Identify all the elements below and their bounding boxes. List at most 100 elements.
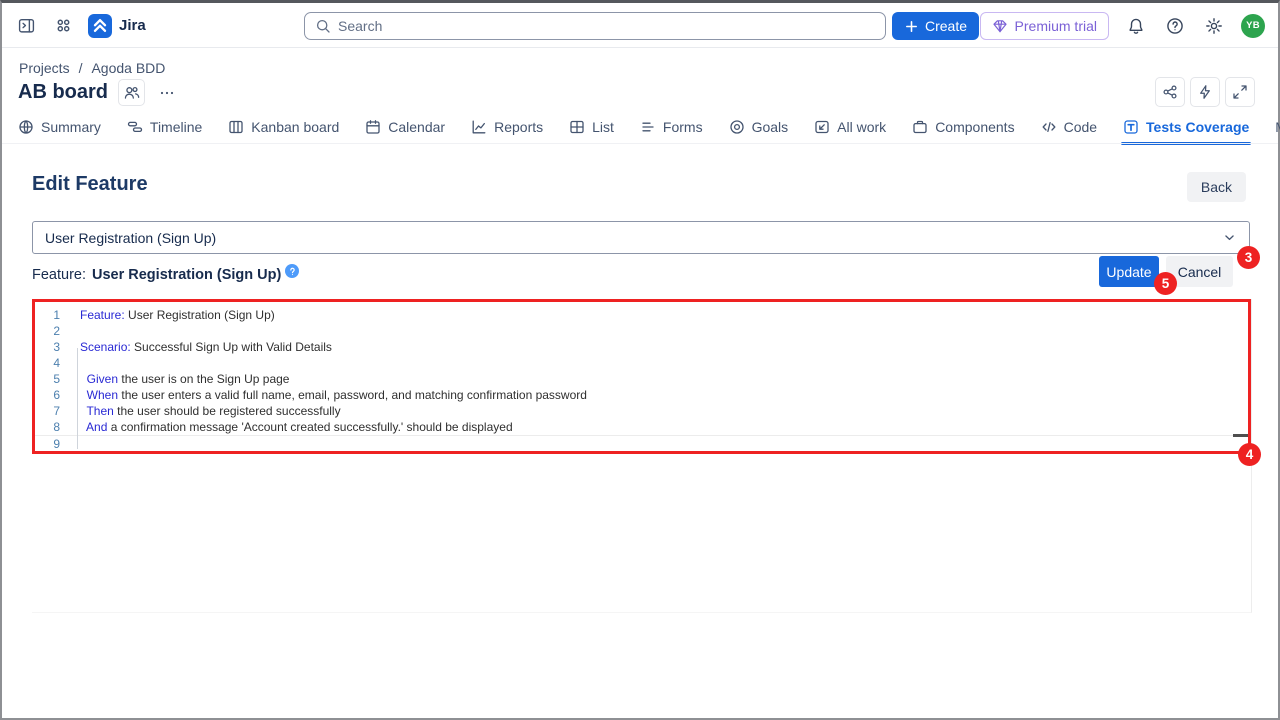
search-bar[interactable]	[304, 12, 886, 40]
line-number: 2	[35, 323, 74, 339]
tab-kanban-board[interactable]: Kanban board	[228, 111, 339, 142]
gherkin-keyword: And	[86, 420, 107, 434]
tab-tests-coverage[interactable]: Tests Coverage	[1123, 111, 1249, 142]
line-number: 7	[35, 403, 74, 419]
question-icon	[1166, 17, 1184, 35]
tab-label: List	[592, 119, 614, 135]
list-icon	[569, 119, 585, 135]
line-code: When the user enters a valid full name, …	[80, 387, 587, 403]
create-button[interactable]: Create	[892, 12, 979, 40]
help-button[interactable]	[1163, 14, 1187, 38]
tab-calendar[interactable]: Calendar	[365, 111, 445, 142]
step-text: the user should be registered successful…	[114, 404, 341, 418]
line-code: Feature: User Registration (Sign Up)	[80, 307, 275, 323]
editor-line: 2	[35, 323, 1248, 339]
components-icon	[912, 119, 928, 135]
notifications-button[interactable]	[1124, 14, 1148, 38]
calendar-icon	[365, 119, 381, 135]
page-title: AB board	[18, 81, 108, 104]
tab-label: Forms	[663, 119, 703, 135]
tabbar-divider	[2, 143, 1278, 144]
back-button[interactable]: Back	[1187, 172, 1246, 202]
gherkin-keyword: Then	[86, 404, 113, 418]
line-code: Scenario: Successful Sign Up with Valid …	[80, 339, 332, 355]
tab-reports[interactable]: Reports	[471, 111, 543, 142]
tab-label: Components	[935, 119, 1014, 135]
line-code: And a confirmation message 'Account crea…	[80, 419, 513, 435]
jira-home-link[interactable]: Jira	[88, 14, 146, 38]
editor-line: 8 And a confirmation message 'Account cr…	[35, 419, 1248, 435]
step-text: a confirmation message 'Account created …	[107, 420, 512, 434]
tab-summary[interactable]: Summary	[18, 111, 101, 142]
step-text: the user enters a valid full name, email…	[118, 388, 587, 402]
editor-line: 4	[35, 355, 1248, 371]
kanban-icon	[228, 119, 244, 135]
line-number: 8	[35, 419, 74, 435]
feature-select-value: User Registration (Sign Up)	[45, 230, 216, 246]
gutter-divider	[77, 348, 78, 449]
tab-label: Tests Coverage	[1146, 119, 1249, 135]
share-icon	[1162, 84, 1178, 100]
avatar-initials: YB	[1246, 20, 1260, 31]
feature-name: User Registration (Sign Up)	[92, 267, 281, 283]
feature-editor-container: 1 Feature: User Registration (Sign Up) 23S…	[32, 299, 1252, 613]
board-more-button[interactable]	[155, 81, 179, 105]
lightning-icon	[1197, 84, 1213, 100]
step-text: the user is on the Sign Up page	[118, 372, 289, 386]
tab-code[interactable]: Code	[1041, 111, 1097, 142]
tab-forms[interactable]: Forms	[640, 111, 703, 142]
editor-line: 9	[35, 435, 1248, 451]
tab-goals[interactable]: Goals	[729, 111, 789, 142]
tab-label: Code	[1064, 119, 1097, 135]
tab-list[interactable]: List	[569, 111, 614, 142]
forms-icon	[640, 119, 656, 135]
feature-help-icon[interactable]	[285, 264, 299, 278]
plus-icon	[904, 19, 919, 34]
search-input[interactable]	[338, 18, 875, 34]
line-number: 9	[35, 436, 74, 451]
settings-button[interactable]	[1202, 14, 1226, 38]
ellipsis-icon	[159, 85, 175, 101]
tab-label: Summary	[41, 119, 101, 135]
chevron-down-icon	[1222, 230, 1237, 245]
user-avatar[interactable]: YB	[1241, 14, 1265, 38]
tab-more[interactable]: More 5	[1275, 111, 1280, 142]
editor-line: 7 Then the user should be registered suc…	[35, 403, 1248, 419]
board-members-button[interactable]	[118, 79, 145, 106]
premium-trial-button[interactable]: Premium trial	[980, 12, 1109, 40]
resize-handle[interactable]	[1233, 434, 1248, 437]
feature-editor[interactable]: 1 Feature: User Registration (Sign Up) 23S…	[35, 302, 1248, 451]
feature-label-prefix: Feature:	[32, 267, 86, 283]
app-name: Jira	[119, 17, 146, 34]
editor-line: 6 When the user enters a valid full name…	[35, 387, 1248, 403]
tab-label: Kanban board	[251, 119, 339, 135]
share-button[interactable]	[1155, 77, 1185, 107]
tab-components[interactable]: Components	[912, 111, 1014, 142]
line-number: 1	[35, 307, 74, 323]
editor-line: 3Scenario: Successful Sign Up with Valid…	[35, 339, 1248, 355]
editor-line: 5 Given the user is on the Sign Up page	[35, 371, 1248, 387]
jira-logo-icon	[88, 14, 112, 38]
tab-bar: Summary Timeline Kanban board Calendar Repor…	[18, 111, 1272, 142]
breadcrumb-separator: /	[79, 60, 83, 76]
annotation-badge-3: 3	[1237, 246, 1260, 269]
fullscreen-button[interactable]	[1225, 77, 1255, 107]
annotation-badge-4: 4	[1238, 443, 1261, 466]
line-code: Given the user is on the Sign Up page	[80, 371, 289, 387]
breadcrumb-projects[interactable]: Projects	[19, 60, 70, 76]
gherkin-keyword: Scenario:	[80, 340, 131, 354]
automation-button[interactable]	[1190, 77, 1220, 107]
tab-label: All work	[837, 119, 886, 135]
tab-timeline[interactable]: Timeline	[127, 111, 202, 142]
update-button[interactable]: Update	[1099, 256, 1159, 287]
create-label: Create	[925, 18, 967, 34]
breadcrumb-project-name[interactable]: Agoda BDD	[91, 60, 165, 76]
annotation-badge-5: 5	[1154, 272, 1177, 295]
feature-select[interactable]: User Registration (Sign Up)	[32, 221, 1250, 254]
tab-all-work[interactable]: All work	[814, 111, 886, 142]
app-switcher-button[interactable]	[51, 14, 75, 38]
line-number: 4	[35, 355, 74, 371]
all-work-icon	[814, 119, 830, 135]
jira-window: Jira Create Premium trial	[0, 0, 1280, 720]
sidebar-toggle-button[interactable]	[14, 14, 38, 38]
